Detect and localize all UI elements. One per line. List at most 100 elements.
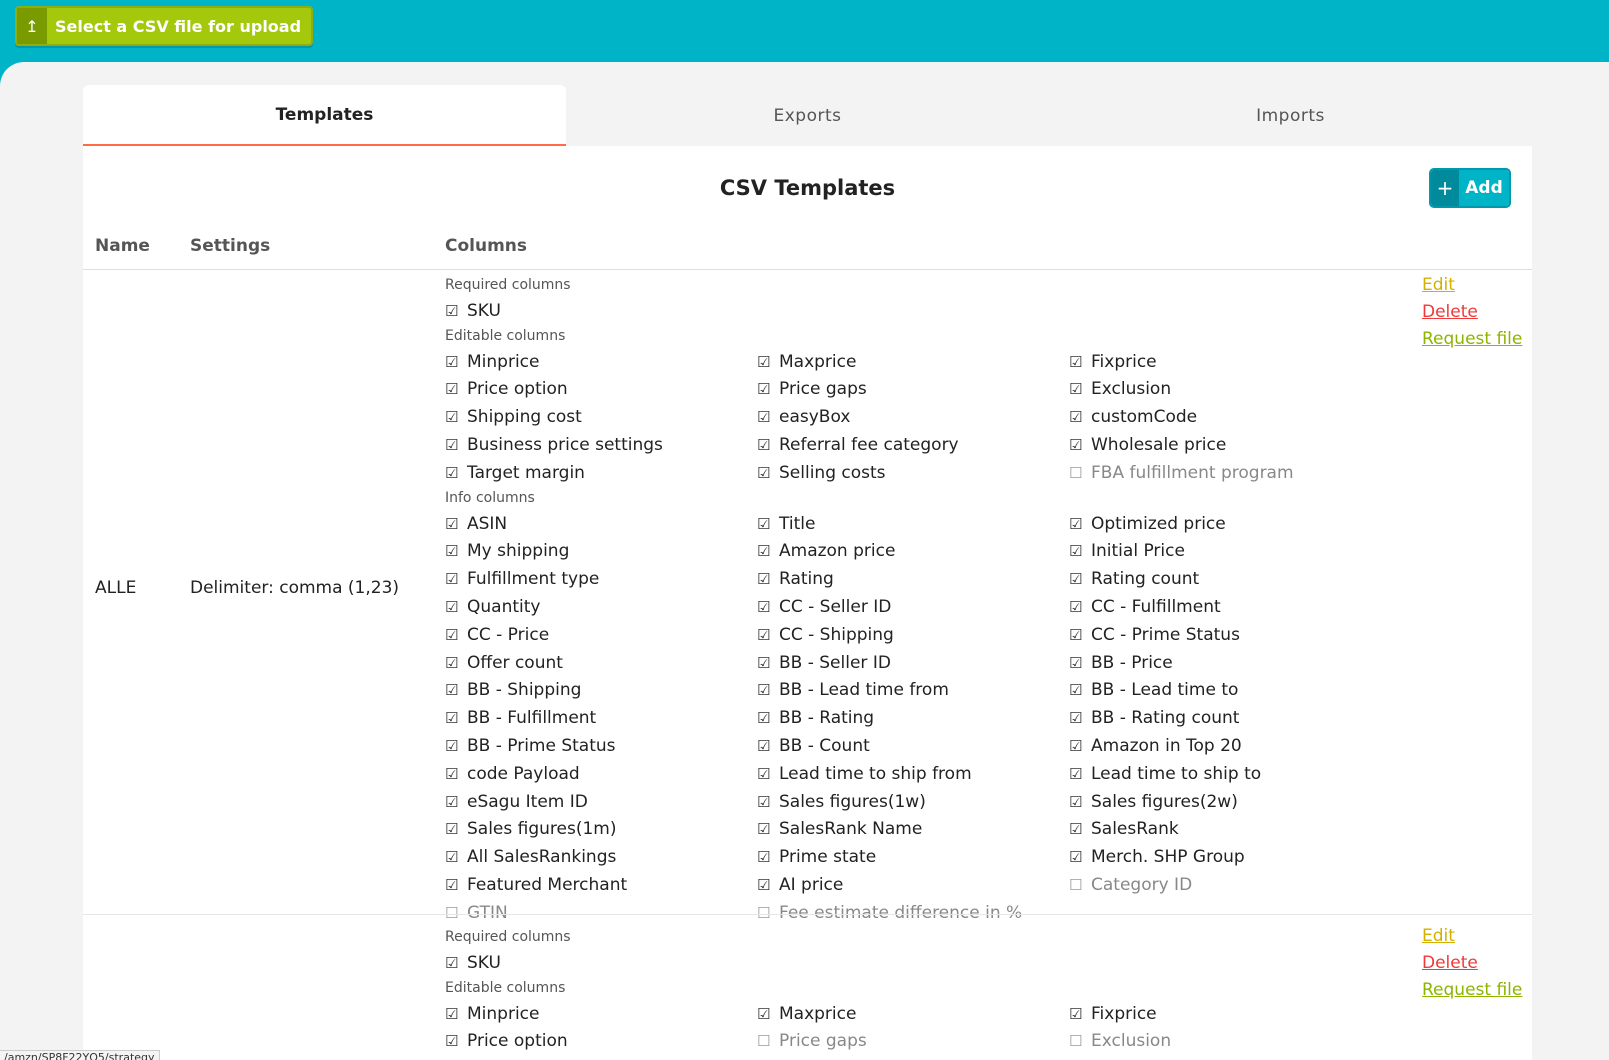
column-option[interactable]: ☑ Quantity (445, 593, 757, 621)
column-option[interactable]: ☑ Title (757, 510, 1069, 538)
column-option[interactable]: ☑ Amazon price (757, 538, 1069, 566)
checkbox-checked-icon[interactable]: ☑ (1069, 709, 1091, 727)
checkbox-checked-icon[interactable]: ☑ (445, 542, 467, 560)
column-option[interactable]: ☑ Prime state (757, 843, 1069, 871)
column-option[interactable]: ☑ BB - Rating count (1069, 704, 1381, 732)
checkbox-checked-icon[interactable]: ☑ (1069, 436, 1091, 454)
checkbox-checked-icon[interactable]: ☑ (757, 737, 779, 755)
checkbox-checked-icon[interactable]: ☑ (1069, 353, 1091, 371)
column-option[interactable]: ☑ Target margin (445, 459, 757, 487)
checkbox-checked-icon[interactable]: ☑ (757, 408, 779, 426)
checkbox-checked-icon[interactable]: ☑ (1069, 570, 1091, 588)
column-option[interactable]: ☑ BB - Count (757, 732, 1069, 760)
checkbox-checked-icon[interactable]: ☑ (757, 820, 779, 838)
checkbox-checked-icon[interactable]: ☑ (1069, 820, 1091, 838)
column-option[interactable]: ☑ CC - Prime Status (1069, 621, 1381, 649)
column-option[interactable]: ☑ SalesRank (1069, 816, 1381, 844)
column-option[interactable]: ☑ Price option (445, 1028, 757, 1056)
checkbox-checked-icon[interactable]: ☑ (445, 515, 467, 533)
checkbox-checked-icon[interactable]: ☑ (1069, 737, 1091, 755)
delete-link[interactable]: Delete (1422, 299, 1522, 326)
column-option[interactable]: ☑ Lead time to ship to (1069, 760, 1381, 788)
checkbox-checked-icon[interactable]: ☑ (445, 765, 467, 783)
column-option[interactable]: ☑ Initial Price (1069, 538, 1381, 566)
column-option[interactable]: ☐ Exclusion (1069, 1028, 1381, 1056)
column-option[interactable]: ☑ Exclusion (1069, 376, 1381, 404)
column-option[interactable]: ☑ Fulfillment type (445, 565, 757, 593)
column-option[interactable]: ☑ Shipping cost (445, 403, 757, 431)
column-option[interactable]: ☑ My shipping (445, 538, 757, 566)
column-option[interactable]: ☑ Minprice (445, 1000, 757, 1028)
edit-link[interactable]: Edit (1422, 272, 1522, 299)
checkbox-checked-icon[interactable]: ☑ (445, 793, 467, 811)
checkbox-unchecked-icon[interactable]: ☐ (1069, 1032, 1091, 1050)
column-option[interactable]: ☑ Featured Merchant (445, 871, 757, 899)
column-option[interactable]: ☑ BB - Fulfillment (445, 704, 757, 732)
checkbox-unchecked-icon[interactable]: ☐ (445, 904, 467, 922)
column-option[interactable]: ☑ Price gaps (757, 376, 1069, 404)
column-option[interactable]: ☑ CC - Seller ID (757, 593, 1069, 621)
column-option[interactable]: ☑ Lead time to ship from (757, 760, 1069, 788)
column-option[interactable]: ☑ All SalesRankings (445, 843, 757, 871)
column-option[interactable]: ☑ BB - Price (1069, 649, 1381, 677)
delete-link[interactable]: Delete (1422, 950, 1522, 977)
checkbox-checked-icon[interactable]: ☑ (445, 737, 467, 755)
column-option[interactable]: ☑ easyBox (757, 403, 1069, 431)
checkbox-checked-icon[interactable]: ☑ (445, 598, 467, 616)
checkbox-checked-icon[interactable]: ☑ (445, 302, 467, 320)
column-option[interactable]: ☑ Selling costs (757, 459, 1069, 487)
checkbox-checked-icon[interactable]: ☑ (445, 709, 467, 727)
column-option[interactable]: ☐ Category ID (1069, 871, 1381, 899)
column-option[interactable]: ☑ Sales figures(2w) (1069, 788, 1381, 816)
column-option[interactable]: ☑ customCode (1069, 403, 1381, 431)
checkbox-checked-icon[interactable]: ☑ (445, 353, 467, 371)
checkbox-checked-icon[interactable]: ☑ (757, 515, 779, 533)
checkbox-checked-icon[interactable]: ☑ (757, 709, 779, 727)
checkbox-checked-icon[interactable]: ☑ (445, 408, 467, 426)
tab-templates[interactable]: Templates (83, 85, 566, 159)
checkbox-checked-icon[interactable]: ☑ (445, 1005, 467, 1023)
checkbox-checked-icon[interactable]: ☑ (445, 848, 467, 866)
checkbox-checked-icon[interactable]: ☑ (1069, 598, 1091, 616)
checkbox-checked-icon[interactable]: ☑ (757, 876, 779, 894)
checkbox-checked-icon[interactable]: ☑ (1069, 848, 1091, 866)
checkbox-checked-icon[interactable]: ☑ (1069, 793, 1091, 811)
column-option[interactable]: ☑ Merch. SHP Group (1069, 843, 1381, 871)
checkbox-checked-icon[interactable]: ☑ (445, 820, 467, 838)
checkbox-checked-icon[interactable]: ☑ (1069, 380, 1091, 398)
column-option[interactable]: ☑ BB - Shipping (445, 677, 757, 705)
request-file-link[interactable]: Request file (1422, 326, 1522, 353)
column-option[interactable]: ☑ Fixprice (1069, 1000, 1381, 1028)
checkbox-checked-icon[interactable]: ☑ (757, 598, 779, 616)
edit-link[interactable]: Edit (1422, 923, 1522, 950)
request-file-link[interactable]: Request file (1422, 977, 1522, 1004)
column-option[interactable]: ☑ Rating count (1069, 565, 1381, 593)
checkbox-checked-icon[interactable]: ☑ (757, 626, 779, 644)
tab-imports[interactable]: Imports (1049, 85, 1532, 146)
checkbox-unchecked-icon[interactable]: ☐ (757, 1032, 779, 1050)
checkbox-checked-icon[interactable]: ☑ (445, 464, 467, 482)
column-option[interactable]: ☑ Minprice (445, 348, 757, 376)
checkbox-checked-icon[interactable]: ☑ (445, 570, 467, 588)
column-option[interactable]: ☑ Fixprice (1069, 348, 1381, 376)
checkbox-checked-icon[interactable]: ☑ (445, 1032, 467, 1050)
checkbox-checked-icon[interactable]: ☑ (757, 681, 779, 699)
column-option[interactable]: ☑ Sales figures(1w) (757, 788, 1069, 816)
column-option[interactable]: ☐ FBA fulfillment program (1069, 459, 1381, 487)
column-option[interactable]: ☑ Offer count (445, 649, 757, 677)
checkbox-checked-icon[interactable]: ☑ (1069, 1005, 1091, 1023)
column-option[interactable]: ☑ Referral fee category (757, 431, 1069, 459)
checkbox-checked-icon[interactable]: ☑ (757, 542, 779, 560)
checkbox-checked-icon[interactable]: ☑ (1069, 681, 1091, 699)
column-option[interactable]: ☑ SKU (445, 297, 757, 325)
column-option[interactable]: ☑ Business price settings (445, 431, 757, 459)
add-template-button[interactable]: + Add (1429, 168, 1511, 208)
checkbox-unchecked-icon[interactable]: ☐ (1069, 876, 1091, 894)
checkbox-checked-icon[interactable]: ☑ (445, 954, 467, 972)
column-option[interactable]: ☑ CC - Shipping (757, 621, 1069, 649)
checkbox-checked-icon[interactable]: ☑ (1069, 515, 1091, 533)
checkbox-checked-icon[interactable]: ☑ (757, 353, 779, 371)
column-option[interactable]: ☑ Wholesale price (1069, 431, 1381, 459)
column-option[interactable]: ☑ Sales figures(1m) (445, 816, 757, 844)
column-option[interactable]: ☑ BB - Prime Status (445, 732, 757, 760)
